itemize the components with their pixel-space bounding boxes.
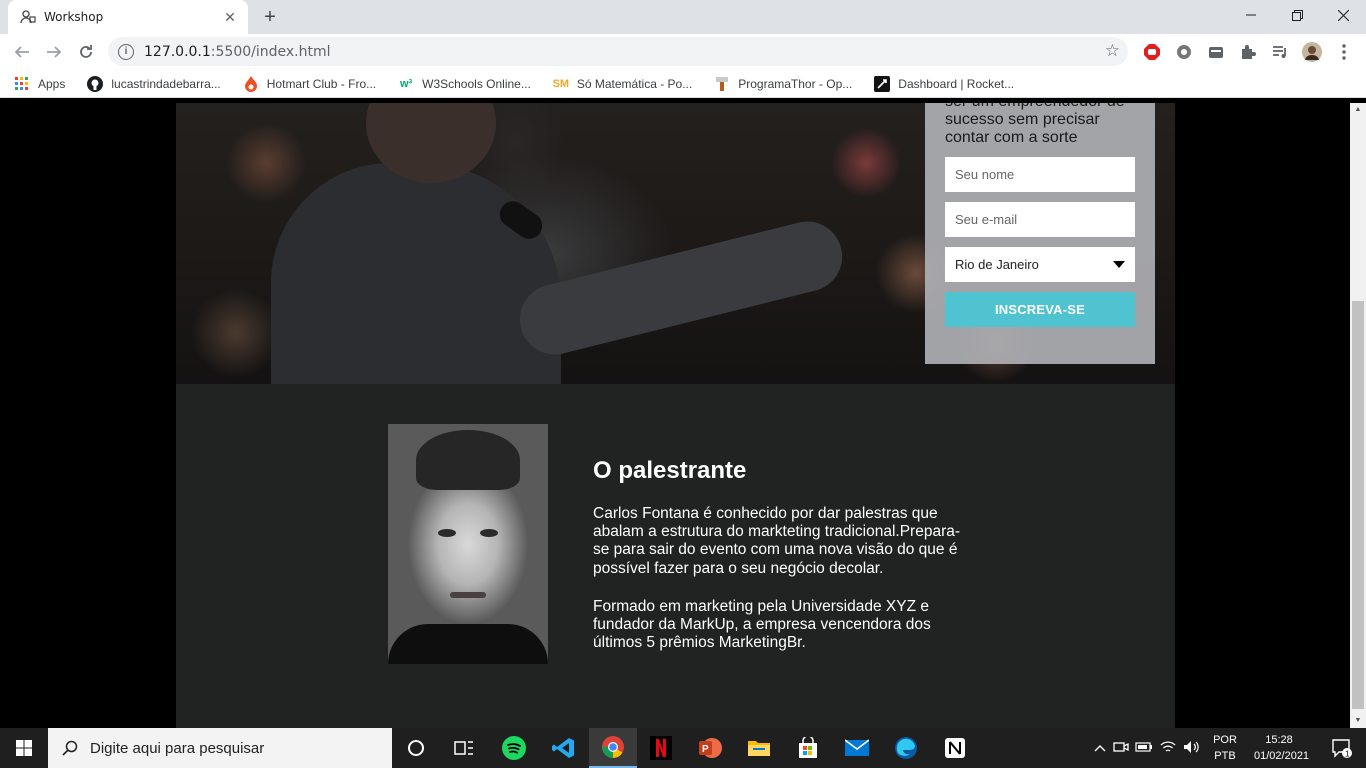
battery-icon[interactable] [1132,741,1156,755]
edge-icon[interactable] [882,728,930,768]
system-tray [1090,728,1204,768]
tab-close-icon[interactable]: ✕ [222,9,238,25]
profile-avatar[interactable] [1302,42,1322,62]
email-field[interactable]: Seu e-mail [945,202,1135,237]
notion-icon[interactable] [931,728,979,768]
portrait-eye [480,529,498,537]
microsoft-store-icon[interactable] [784,728,832,768]
workshop-favicon-icon [20,9,36,25]
clock-time: 15:28 [1265,734,1293,746]
tab-workshop[interactable]: Workshop ✕ [8,0,248,34]
adblock-extension-icon[interactable] [1142,42,1162,62]
new-tab-button[interactable]: + [258,5,282,29]
file-explorer-icon[interactable] [735,728,783,768]
subscribe-button[interactable]: INSCREVA-SE [945,292,1135,327]
speaker-section: O palestrante Carlos Fontana é conhecido… [176,384,1175,728]
portrait-eye [438,529,456,537]
form-headline: ser um empreendedor de sucesso sem preci… [945,103,1125,146]
forward-arrow-icon[interactable] [42,40,66,64]
bookmark-hotmart[interactable]: Hotmart Club - Fro... [243,75,376,92]
browser-toolbar: i 127.0.0.1:5500/index.html ☆ [0,34,1366,70]
bookmarks-bar: Apps lucastrindadebarra... Hotmart Club … [0,70,1366,98]
speaker-arm [512,214,850,362]
tray-chevron-up-icon[interactable] [1090,741,1110,755]
input-language-indicator[interactable]: POR PTB [1210,732,1240,764]
scroll-down-arrow-icon[interactable]: ▼ [1350,714,1366,728]
cortana-icon[interactable] [392,728,440,768]
search-placeholder: Digite aqui para pesquisar [90,739,265,757]
apps-grid-icon [14,76,30,92]
mail-icon[interactable] [833,728,881,768]
speaker-portrait [388,424,548,664]
signup-form: ser um empreendedor de sucesso sem preci… [925,103,1155,364]
tab-title: Workshop [44,10,104,24]
windows-start-icon[interactable] [0,728,48,768]
speaker-bio-paragraph-1: Carlos Fontana é conhecido por dar pales… [593,505,961,577]
taskbar-search-box[interactable]: Digite aqui para pesquisar [48,728,392,768]
dropdown-caret-icon [1113,261,1125,268]
scroll-thumb[interactable] [1352,301,1364,709]
bookmark-apps[interactable]: Apps [14,76,65,92]
notification-center-icon[interactable]: 1 [1318,728,1366,768]
media-queue-icon[interactable] [1270,42,1290,62]
volume-icon[interactable] [1180,740,1204,757]
tab-strip: Workshop ✕ + [0,0,1366,34]
svg-text:1: 1 [1345,750,1350,759]
so-matematica-icon: SM [552,77,570,90]
name-field[interactable]: Seu nome [945,157,1135,192]
bookmark-programathor[interactable]: ProgramaThor - Op... [714,76,852,92]
spotify-icon[interactable] [490,728,538,768]
chrome-menu-icon[interactable] [1334,42,1354,62]
task-view-icon[interactable] [440,728,488,768]
wallet-extension-icon[interactable] [1206,42,1226,62]
close-window-icon[interactable] [1320,0,1366,30]
puzzle-extensions-icon[interactable] [1238,42,1258,62]
meet-now-icon[interactable] [1110,740,1132,757]
page-viewport: ser um empreendedor de sucesso sem preci… [0,103,1350,728]
svg-text:P: P [702,744,709,755]
vscode-icon[interactable] [540,728,588,768]
programathor-icon [714,76,730,92]
bookmark-w3schools[interactable]: w³ W3Schools Online... [398,76,531,92]
site-info-icon[interactable]: i [118,43,134,60]
powerpoint-icon[interactable]: P [686,728,734,768]
bookmark-so-matematica[interactable]: SM Só Matemática - Po... [552,76,693,92]
url-text: 127.0.0.1:5500/index.html [144,43,331,60]
bookmark-rocketseat[interactable]: Dashboard | Rocket... [874,75,1014,92]
page-scrollbar[interactable]: ▲ ▼ [1350,103,1366,728]
search-icon [62,740,78,756]
speaker-title: O palestrante [593,457,747,484]
github-icon [87,75,104,92]
address-bar[interactable]: i 127.0.0.1:5500/index.html ☆ [108,37,1128,66]
clock-date: 01/02/2021 [1254,750,1310,762]
settings-extension-icon[interactable] [1174,42,1194,62]
taskbar-clock[interactable]: 15:28 01/02/2021 [1254,732,1310,764]
bookmark-star-icon[interactable]: ☆ [1105,41,1120,61]
city-select-value: Rio de Janeiro [955,257,1039,272]
speaker-bio: O palestrante Carlos Fontana é conhecido… [593,457,963,672]
hotmart-icon [243,75,259,92]
restore-icon[interactable] [1274,0,1320,30]
portrait-mustache [450,592,486,598]
back-arrow-icon[interactable] [10,40,34,64]
bookmark-github[interactable]: lucastrindadebarra... [87,75,221,92]
portrait-shirt [388,624,548,664]
speaker-bio-paragraph-2: Formado em marketing pela Universidade X… [593,597,931,652]
portrait-hair [416,430,520,490]
minimize-icon[interactable] [1228,0,1274,30]
rocketseat-icon [874,75,891,92]
wifi-icon[interactable] [1156,740,1180,757]
w3schools-icon: w³ [400,77,413,90]
speaker-silhouette [271,163,561,384]
reload-icon[interactable] [74,40,98,64]
city-select[interactable]: Rio de Janeiro [945,247,1135,282]
windows-taskbar: Digite aqui para pesquisar P POR PTB 15:… [0,728,1366,768]
chrome-taskbar-icon[interactable] [589,728,637,768]
scroll-up-arrow-icon[interactable]: ▲ [1350,103,1366,117]
netflix-icon[interactable] [637,728,685,768]
